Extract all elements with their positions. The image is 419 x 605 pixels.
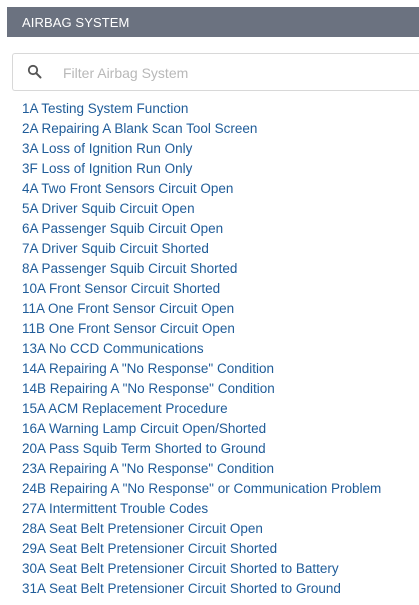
trouble-code-link[interactable]: 2A Repairing A Blank Scan Tool Screen bbox=[22, 121, 257, 136]
trouble-code-list: 1A Testing System Function 2A Repairing A… bbox=[7, 99, 419, 599]
trouble-code-link[interactable]: 6A Passenger Squib Circuit Open bbox=[22, 221, 223, 236]
trouble-code-link[interactable]: 27A Intermittent Trouble Codes bbox=[22, 501, 208, 516]
trouble-code-link[interactable]: 28A Seat Belt Pretensioner Circuit Open bbox=[22, 521, 263, 536]
panel-header: AIRBAG SYSTEM bbox=[7, 7, 419, 37]
trouble-code-link[interactable]: 20A Pass Squib Term Shorted to Ground bbox=[22, 441, 266, 456]
search-icon bbox=[27, 64, 43, 80]
trouble-code-link[interactable]: 31A Seat Belt Pretensioner Circuit Short… bbox=[22, 581, 341, 596]
trouble-code-link[interactable]: 8A Passenger Squib Circuit Shorted bbox=[22, 261, 237, 276]
list-item: 5A Driver Squib Circuit Open bbox=[22, 199, 419, 219]
trouble-code-link[interactable]: 11A One Front Sensor Circuit Open bbox=[22, 301, 234, 316]
trouble-code-link[interactable]: 10A Front Sensor Circuit Shorted bbox=[22, 281, 220, 296]
list-item: 16A Warning Lamp Circuit Open/Shorted bbox=[22, 419, 419, 439]
trouble-code-link[interactable]: 15A ACM Replacement Procedure bbox=[22, 401, 228, 416]
trouble-code-link[interactable]: 3F Loss of Ignition Run Only bbox=[22, 161, 192, 176]
list-item: 27A Intermittent Trouble Codes bbox=[22, 499, 419, 519]
trouble-code-link[interactable]: 30A Seat Belt Pretensioner Circuit Short… bbox=[22, 561, 339, 576]
trouble-code-link[interactable]: 14A Repairing A "No Response" Condition bbox=[22, 361, 274, 376]
search-input[interactable] bbox=[63, 65, 383, 81]
panel-title: AIRBAG SYSTEM bbox=[22, 14, 130, 30]
list-item: 6A Passenger Squib Circuit Open bbox=[22, 219, 419, 239]
list-item: 13A No CCD Communications bbox=[22, 339, 419, 359]
list-item: 3A Loss of Ignition Run Only bbox=[22, 139, 419, 159]
trouble-code-link[interactable]: 5A Driver Squib Circuit Open bbox=[22, 201, 195, 216]
list-item: 3F Loss of Ignition Run Only bbox=[22, 159, 419, 179]
list-item: 11A One Front Sensor Circuit Open bbox=[22, 299, 419, 319]
list-item: 4A Two Front Sensors Circuit Open bbox=[22, 179, 419, 199]
list-item: 14A Repairing A "No Response" Condition bbox=[22, 359, 419, 379]
list-item: 24B Repairing A "No Response" or Communi… bbox=[22, 479, 419, 499]
trouble-code-link[interactable]: 13A No CCD Communications bbox=[22, 341, 204, 356]
list-item: 20A Pass Squib Term Shorted to Ground bbox=[22, 439, 419, 459]
trouble-code-link[interactable]: 29A Seat Belt Pretensioner Circuit Short… bbox=[22, 541, 277, 556]
list-item: 11B One Front Sensor Circuit Open bbox=[22, 319, 419, 339]
list-item: 31A Seat Belt Pretensioner Circuit Short… bbox=[22, 579, 419, 599]
search-box[interactable] bbox=[12, 53, 419, 91]
airbag-system-panel: AIRBAG SYSTEM 1A Testing System Function… bbox=[7, 7, 419, 605]
trouble-code-link[interactable]: 16A Warning Lamp Circuit Open/Shorted bbox=[22, 421, 266, 436]
list-item: 29A Seat Belt Pretensioner Circuit Short… bbox=[22, 539, 419, 559]
trouble-code-link[interactable]: 7A Driver Squib Circuit Shorted bbox=[22, 241, 209, 256]
list-item: 1A Testing System Function bbox=[22, 99, 419, 119]
list-item: 10A Front Sensor Circuit Shorted bbox=[22, 279, 419, 299]
list-item: 8A Passenger Squib Circuit Shorted bbox=[22, 259, 419, 279]
list-item: 15A ACM Replacement Procedure bbox=[22, 399, 419, 419]
trouble-code-link[interactable]: 11B One Front Sensor Circuit Open bbox=[22, 321, 235, 336]
list-item: 23A Repairing A "No Response" Condition bbox=[22, 459, 419, 479]
list-item: 2A Repairing A Blank Scan Tool Screen bbox=[22, 119, 419, 139]
trouble-code-link[interactable]: 14B Repairing A "No Response" Condition bbox=[22, 381, 275, 396]
list-item: 14B Repairing A "No Response" Condition bbox=[22, 379, 419, 399]
list-item: 7A Driver Squib Circuit Shorted bbox=[22, 239, 419, 259]
trouble-code-link[interactable]: 24B Repairing A "No Response" or Communi… bbox=[22, 481, 381, 496]
trouble-code-link[interactable]: 23A Repairing A "No Response" Condition bbox=[22, 461, 274, 476]
trouble-code-link[interactable]: 1A Testing System Function bbox=[22, 101, 188, 116]
trouble-code-link[interactable]: 3A Loss of Ignition Run Only bbox=[22, 141, 192, 156]
trouble-code-link[interactable]: 4A Two Front Sensors Circuit Open bbox=[22, 181, 233, 196]
list-item: 28A Seat Belt Pretensioner Circuit Open bbox=[22, 519, 419, 539]
list-item: 30A Seat Belt Pretensioner Circuit Short… bbox=[22, 559, 419, 579]
